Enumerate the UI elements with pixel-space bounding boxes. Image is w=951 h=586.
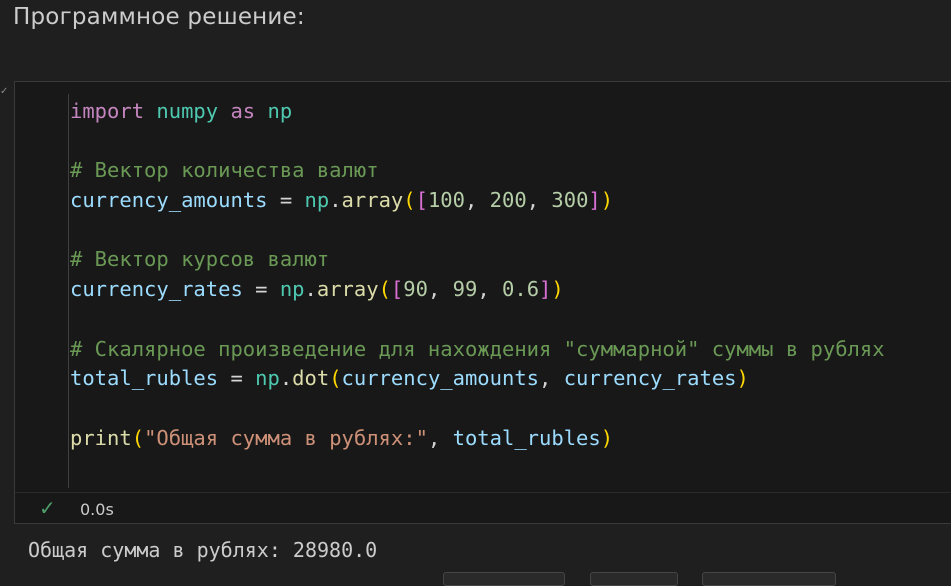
- bracket: [: [415, 188, 428, 213]
- bracket: ]: [539, 277, 552, 302]
- operator: .: [304, 277, 317, 302]
- bracket: ): [600, 425, 614, 450]
- code-editor[interactable]: import numpy as np # Вектор количества ва…: [15, 82, 951, 490]
- number: 100: [427, 188, 465, 213]
- function-name: array: [341, 188, 404, 213]
- toolbar-button-3[interactable]: [702, 572, 836, 586]
- run-indicator-icon: ✓: [0, 86, 9, 97]
- operator: =: [218, 366, 256, 391]
- operator: =: [242, 277, 280, 302]
- code-line-10: total_rubles = np.dot(currency_amounts, …: [70, 364, 885, 394]
- number: 0.6: [502, 277, 540, 302]
- bracket: (: [378, 277, 391, 302]
- code-line-6: # Вектор курсов валют: [70, 245, 885, 275]
- separator: ,: [464, 188, 490, 213]
- separator: ,: [427, 425, 453, 450]
- markdown-heading: Программное решение:: [13, 4, 305, 30]
- bracket: ): [600, 188, 614, 213]
- success-check-icon: ✓: [39, 496, 56, 520]
- variable: currency_amounts: [70, 188, 268, 213]
- separator: ,: [427, 277, 453, 302]
- bracket: ): [551, 277, 564, 302]
- keyword-as: as: [230, 99, 256, 123]
- toolbar-button-1[interactable]: [443, 572, 565, 586]
- function-name: dot: [292, 366, 330, 391]
- number: 90: [403, 277, 428, 302]
- argument: currency_rates: [563, 366, 737, 391]
- number: 200: [489, 188, 527, 213]
- indent-guide: [68, 94, 69, 488]
- code-line-1: import numpy as np: [70, 97, 885, 127]
- cell-output: Общая сумма в рублях: 28980.0: [28, 538, 378, 562]
- operator: =: [267, 188, 305, 213]
- argument: currency_amounts: [341, 366, 540, 391]
- bracket: (: [329, 366, 342, 391]
- comment: # Скалярное произведение для нахождения …: [70, 336, 885, 361]
- module-name: numpy: [156, 99, 219, 123]
- module-alias: np: [304, 188, 330, 213]
- string-literal: "Общая сумма в рублях:": [144, 425, 428, 450]
- bracket: ]: [588, 188, 601, 213]
- cell-status-bar: ✓ 0.0s: [15, 492, 951, 525]
- number: 99: [452, 277, 478, 302]
- separator: ,: [539, 366, 564, 391]
- toolbar-button-2[interactable]: [590, 572, 678, 586]
- code-line-3: # Вектор количества валют: [70, 156, 885, 186]
- bracket: (: [131, 425, 145, 450]
- variable: total_rubles: [70, 366, 219, 391]
- code-cell[interactable]: import numpy as np # Вектор количества ва…: [14, 81, 951, 524]
- bracket: ): [736, 366, 749, 391]
- code-line-4: currency_amounts = np.array([100, 200, 3…: [70, 186, 885, 216]
- bracket: (: [403, 188, 416, 213]
- bracket: [: [390, 277, 404, 302]
- execution-time: 0.0s: [80, 500, 114, 519]
- function-name: print: [70, 425, 132, 450]
- operator: .: [329, 188, 342, 213]
- variable: currency_rates: [70, 277, 243, 302]
- code-content[interactable]: import numpy as np # Вектор количества ва…: [70, 97, 885, 453]
- comment: # Вектор курсов валют: [70, 247, 330, 272]
- module-alias: np: [267, 99, 293, 123]
- code-line-9: # Скалярное произведение для нахождения …: [70, 335, 885, 365]
- module-alias: np: [255, 366, 280, 391]
- argument: total_rubles: [452, 425, 601, 450]
- code-line-12: print("Общая сумма в рублях:", total_rub…: [70, 424, 885, 454]
- module-alias: np: [279, 277, 305, 302]
- code-line-7: currency_rates = np.array([90, 99, 0.6]): [70, 275, 885, 305]
- separator: ,: [477, 277, 503, 302]
- comment: # Вектор количества валют: [70, 158, 379, 183]
- function-name: array: [316, 277, 379, 302]
- operator: .: [279, 366, 293, 391]
- keyword-import: import: [70, 99, 145, 123]
- separator: ,: [526, 188, 552, 213]
- number: 300: [551, 188, 589, 213]
